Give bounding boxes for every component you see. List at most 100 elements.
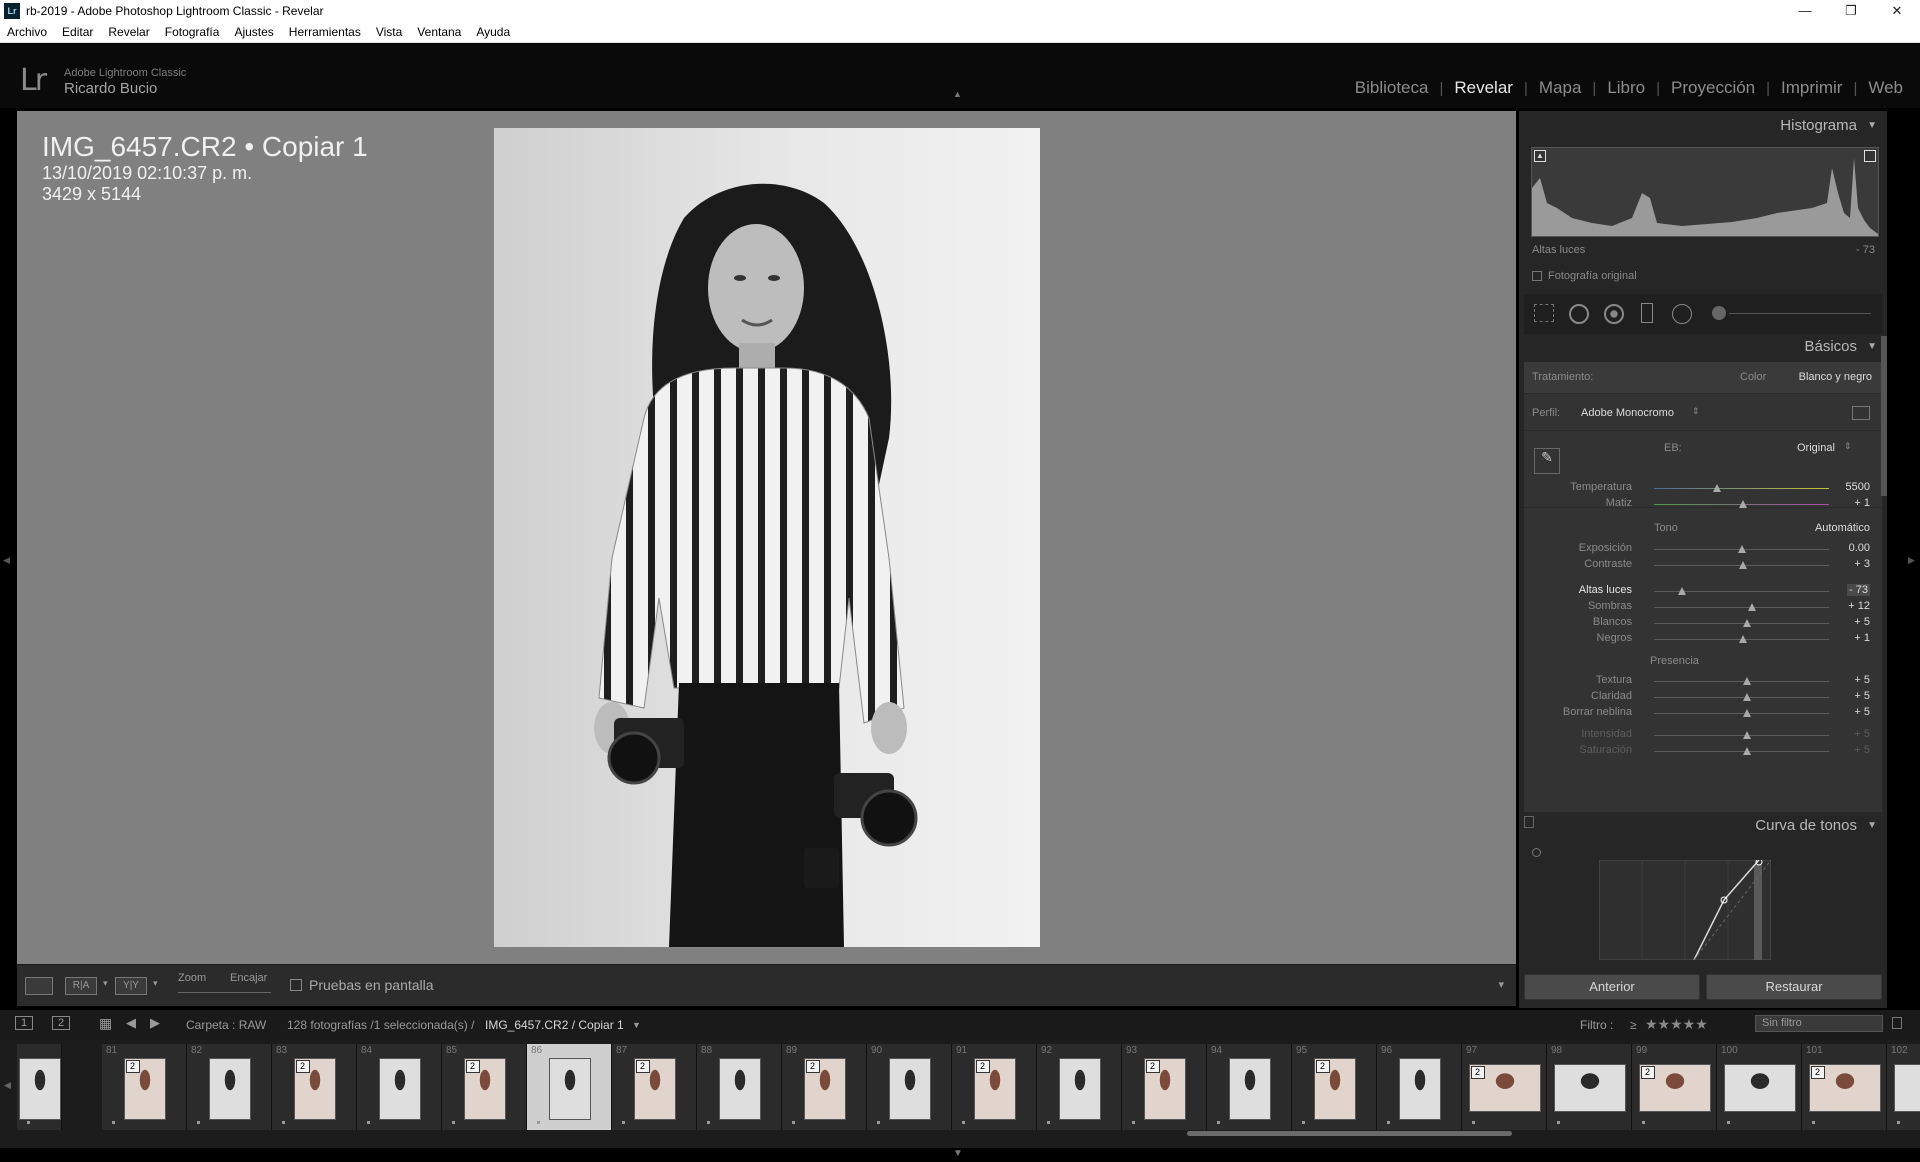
spot-removal-icon[interactable] [1569, 304, 1589, 324]
wb-dropdown[interactable]: Original [1797, 442, 1835, 454]
collapse-bottom-panel-icon[interactable]: ▼ [953, 1148, 963, 1159]
filmstrip-scrollbar[interactable] [1187, 1131, 1512, 1136]
module-imprimir[interactable]: Imprimir [1770, 78, 1853, 98]
filmstrip-thumbnail[interactable] [17, 1044, 62, 1130]
basics-header[interactable]: Básicos ▼ [1519, 332, 1887, 362]
basics-collapse-icon[interactable]: ▼ [1867, 332, 1877, 362]
right-panel-scrollbar[interactable] [1881, 336, 1887, 496]
menu-ventana[interactable]: Ventana [417, 25, 461, 39]
tone-curve-header[interactable]: Curva de tonos ▼ [1519, 811, 1887, 841]
adjustment-brush-icon[interactable] [1712, 306, 1726, 320]
stack-count-badge[interactable]: 2 [295, 1060, 310, 1073]
profile-browser-icon[interactable] [1852, 406, 1870, 420]
stack-count-badge[interactable]: 2 [1810, 1066, 1825, 1079]
histogram-graph[interactable]: ▲ [1531, 147, 1879, 237]
slider-knob[interactable] [1739, 500, 1748, 508]
slider-value[interactable]: + 5 [1854, 728, 1870, 740]
filmstrip-thumbnail[interactable]: 91 2 [952, 1044, 1037, 1130]
profile-dropdown[interactable]: Adobe Monocromo [1581, 407, 1674, 419]
filmstrip-scroll-left-icon[interactable]: ◀ [4, 1080, 11, 1091]
filmstrip-thumbnail[interactable]: 97 2 [1462, 1044, 1547, 1130]
filter-operator[interactable]: ≥ [1630, 1018, 1637, 1032]
module-revelar[interactable]: Revelar [1443, 78, 1524, 98]
auto-tone-button[interactable]: Automático [1815, 522, 1870, 534]
slider-knob[interactable] [1742, 731, 1751, 739]
rating-filter-stars[interactable]: ★★★★★ [1645, 1016, 1708, 1033]
filter-lock-icon[interactable] [1892, 1017, 1902, 1029]
tone-curve-collapse-icon[interactable]: ▼ [1867, 811, 1877, 841]
slider-knob[interactable] [1742, 677, 1751, 685]
original-photo-checkbox[interactable] [1532, 271, 1542, 281]
module-proyecci-n[interactable]: Proyección [1660, 78, 1766, 98]
path-dropdown-icon[interactable]: ▼ [632, 1020, 641, 1030]
reset-button[interactable]: Restaurar [1706, 974, 1882, 1000]
collapse-top-panel-icon[interactable]: ▲ [953, 89, 962, 99]
menu-ayuda[interactable]: Ayuda [476, 25, 510, 39]
slider-value[interactable]: + 5 [1854, 744, 1870, 756]
crop-tool-icon[interactable] [1534, 304, 1554, 322]
grid-view-icon[interactable]: ▦ [99, 1015, 112, 1032]
filmstrip-thumbnail[interactable]: 102 [1887, 1044, 1920, 1130]
slider-saturacion[interactable]: Saturación + 5 [1524, 742, 1882, 760]
collapse-triangle-icon[interactable]: ▼ [1867, 111, 1877, 141]
filmstrip-thumbnail[interactable]: 100 [1717, 1044, 1802, 1130]
filmstrip-thumbnail[interactable]: 98 [1547, 1044, 1632, 1130]
stack-count-badge[interactable]: 2 [125, 1060, 140, 1073]
wb-dropdown-icon[interactable]: ⇕ [1844, 441, 1852, 452]
filmstrip-thumbnail[interactable]: 84 [357, 1044, 442, 1130]
filmstrip-thumbnail[interactable]: 86 [527, 1044, 612, 1130]
module-biblioteca[interactable]: Biblioteca [1344, 78, 1440, 98]
stack-count-badge[interactable]: 2 [635, 1060, 650, 1073]
treatment-bw-option[interactable]: Blanco y negro [1799, 371, 1872, 383]
menu-archivo[interactable]: Archivo [7, 25, 47, 39]
module-mapa[interactable]: Mapa [1528, 78, 1593, 98]
slider-value[interactable]: + 1 [1854, 497, 1870, 509]
tone-curve-graph[interactable] [1599, 860, 1771, 960]
slider-knob[interactable] [1713, 484, 1721, 492]
stack-count-badge[interactable]: 2 [465, 1060, 480, 1073]
stack-count-badge[interactable]: 2 [805, 1060, 820, 1073]
slider-value[interactable]: + 1 [1854, 632, 1870, 644]
targeted-adjustment-icon[interactable] [1532, 848, 1541, 857]
slider-value[interactable]: + 3 [1854, 558, 1870, 570]
slider-track[interactable] [1654, 488, 1829, 489]
folder-source[interactable]: Carpeta : RAW [186, 1018, 266, 1032]
primary-window-button[interactable]: 1 [15, 1016, 34, 1030]
original-photo-toggle[interactable]: Fotografía original [1532, 270, 1637, 282]
slider-value[interactable]: 0.00 [1849, 542, 1870, 554]
graduated-filter-icon[interactable] [1641, 303, 1653, 323]
back-arrow-icon[interactable]: ◀ [126, 1015, 136, 1031]
stack-count-badge[interactable]: 2 [1640, 1066, 1655, 1079]
slider-knob[interactable] [1742, 693, 1751, 701]
slider-knob[interactable] [1742, 709, 1751, 717]
maximize-button[interactable]: ❐ [1828, 0, 1874, 22]
slider-value[interactable]: + 12 [1848, 600, 1870, 612]
slider-track[interactable] [1654, 697, 1829, 698]
slider-value[interactable]: + 5 [1854, 706, 1870, 718]
stack-count-badge[interactable]: 2 [975, 1060, 990, 1073]
loupe-view-button[interactable] [25, 977, 53, 995]
menu-revelar[interactable]: Revelar [108, 25, 149, 39]
filmstrip-thumbnail[interactable]: 99 2 [1632, 1044, 1717, 1130]
filmstrip-thumbnail[interactable]: 90 [867, 1044, 952, 1130]
yy-dropdown-icon[interactable]: ▾ [153, 978, 158, 989]
menu-herramientas[interactable]: Herramientas [289, 25, 361, 39]
module-libro[interactable]: Libro [1596, 78, 1656, 98]
stack-count-badge[interactable]: 2 [1145, 1060, 1160, 1073]
close-button[interactable]: ✕ [1874, 0, 1920, 22]
filmstrip-thumbnail[interactable]: 88 [697, 1044, 782, 1130]
softproof-checkbox[interactable] [290, 979, 302, 991]
highlight-clipping-icon[interactable] [1864, 150, 1876, 162]
menu-editar[interactable]: Editar [62, 25, 93, 39]
slider-value[interactable]: + 5 [1854, 616, 1870, 628]
slider-track[interactable] [1654, 713, 1829, 714]
slider-track[interactable] [1654, 607, 1829, 608]
menu-fotografia[interactable]: Fotografía [165, 25, 220, 39]
previous-button[interactable]: Anterior [1524, 974, 1700, 1000]
slider-knob[interactable] [1742, 619, 1751, 627]
histogram-header[interactable]: Histograma ▼ [1519, 111, 1887, 141]
slider-value[interactable]: 5500 [1846, 481, 1870, 493]
filmstrip-thumbnail[interactable]: 83 2 [272, 1044, 357, 1130]
stack-count-badge[interactable]: 2 [1315, 1060, 1330, 1073]
module-web[interactable]: Web [1857, 78, 1914, 98]
